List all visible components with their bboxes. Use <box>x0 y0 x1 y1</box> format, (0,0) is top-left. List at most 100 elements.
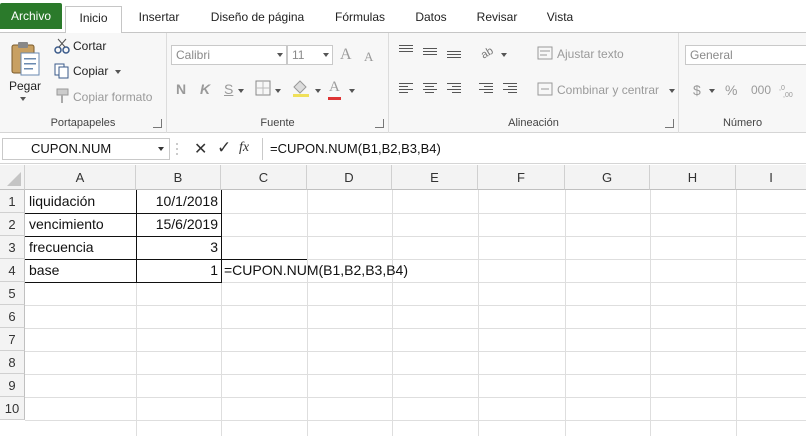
row-header-9[interactable]: 9 <box>0 374 25 397</box>
column-header-f[interactable]: F <box>478 165 565 190</box>
alignment-launcher-icon[interactable] <box>665 119 674 128</box>
clipboard-launcher-icon[interactable] <box>153 119 162 128</box>
italic-button[interactable]: K <box>200 81 210 97</box>
copy-dropdown-icon[interactable] <box>115 70 121 74</box>
row-header-2[interactable]: 2 <box>0 213 25 236</box>
row-header-7[interactable]: 7 <box>0 328 25 351</box>
orientation-dropdown-icon[interactable] <box>501 53 507 57</box>
cell-a4[interactable]: base <box>29 259 59 281</box>
font-name-combo[interactable]: Calibri <box>171 45 287 65</box>
shrink-font-button[interactable]: A <box>364 49 373 65</box>
align-center-icon[interactable] <box>423 83 437 95</box>
percent-button[interactable]: % <box>725 82 737 98</box>
column-header-i[interactable]: I <box>736 165 806 190</box>
table-border <box>25 282 222 283</box>
row-header-3[interactable]: 3 <box>0 236 25 259</box>
align-top-icon[interactable] <box>399 45 413 54</box>
increase-indent-icon[interactable] <box>503 83 517 95</box>
tab-diseno-de-pagina[interactable]: Diseño de página <box>200 6 315 33</box>
fill-color-icon[interactable] <box>291 79 311 100</box>
tab-inicio[interactable]: Inicio <box>65 6 122 34</box>
tab-datos[interactable]: Datos <box>405 6 457 33</box>
cell-a3[interactable]: frecuencia <box>29 236 94 258</box>
borders-dropdown-icon[interactable] <box>275 89 281 93</box>
borders-icon[interactable] <box>255 80 271 99</box>
paste-label[interactable]: Pegar <box>9 79 41 93</box>
increase-decimal-icon[interactable]: ,0,00 <box>779 82 801 101</box>
wrap-text-icon[interactable] <box>537 45 553 64</box>
cell-c4-active[interactable]: =CUPON.NUM(B1,B2,B3,B4) <box>224 259 408 281</box>
decrease-indent-icon[interactable] <box>479 83 493 95</box>
cell-a1[interactable]: liquidación <box>29 190 95 212</box>
formula-input[interactable]: =CUPON.NUM(B1,B2,B3,B4) <box>262 138 806 160</box>
svg-text:ab: ab <box>479 45 496 59</box>
column-header-e[interactable]: E <box>392 165 478 190</box>
insert-function-button[interactable]: fx <box>239 140 249 156</box>
column-header-c[interactable]: C <box>221 165 307 190</box>
row-header-4[interactable]: 4 <box>0 259 25 282</box>
thousands-button[interactable]: 000 <box>751 83 771 97</box>
name-box-dropdown-icon[interactable] <box>158 147 164 151</box>
cell-b3[interactable]: 3 <box>137 236 221 258</box>
row-header-5[interactable]: 5 <box>0 282 25 305</box>
font-size-dropdown-icon[interactable] <box>323 53 329 57</box>
merge-dropdown-icon[interactable] <box>669 89 675 93</box>
enter-formula-button[interactable]: ✓ <box>217 138 231 158</box>
merge-center-icon[interactable] <box>537 81 553 100</box>
column-header-g[interactable]: G <box>565 165 650 190</box>
column-header-d[interactable]: D <box>307 165 392 190</box>
tab-formulas[interactable]: Fórmulas <box>327 6 393 33</box>
align-middle-icon[interactable] <box>423 48 437 57</box>
cancel-formula-button[interactable]: ✕ <box>194 139 207 159</box>
cell-b4[interactable]: 1 <box>137 259 221 281</box>
tab-revisar[interactable]: Revisar <box>468 6 526 33</box>
align-left-icon[interactable] <box>399 83 413 95</box>
align-right-icon[interactable] <box>447 83 461 95</box>
clipboard-group-label: Portapapeles <box>50 117 116 129</box>
grow-font-button[interactable]: A <box>340 46 352 64</box>
tab-vista[interactable]: Vista <box>537 6 583 33</box>
font-color-button[interactable]: A <box>329 79 340 96</box>
tab-insertar[interactable]: Insertar <box>128 6 190 33</box>
format-painter-button[interactable]: Copiar formato <box>73 90 152 104</box>
fill-color-dropdown-icon[interactable] <box>315 89 321 93</box>
gridline <box>25 397 806 398</box>
font-name-dropdown-icon[interactable] <box>277 53 283 57</box>
wrap-text-button[interactable]: Ajustar texto <box>557 47 624 61</box>
bold-button[interactable]: N <box>176 81 186 97</box>
font-launcher-icon[interactable] <box>375 119 384 128</box>
row-header-10[interactable]: 10 <box>0 397 25 420</box>
underline-dropdown-icon[interactable] <box>238 89 244 93</box>
scissors-icon[interactable] <box>54 38 70 57</box>
cell-b1[interactable]: 10/1/2018 <box>137 190 221 212</box>
copy-icon[interactable] <box>54 63 70 82</box>
row-header-6[interactable]: 6 <box>0 305 25 328</box>
currency-button[interactable]: $ <box>693 82 701 98</box>
tab-archivo[interactable]: Archivo <box>0 3 62 29</box>
column-header-b[interactable]: B <box>136 165 221 190</box>
underline-button[interactable]: S <box>224 81 233 97</box>
row-header-8[interactable]: 8 <box>0 351 25 374</box>
paste-button[interactable] <box>8 39 42 82</box>
row-header-1[interactable]: 1 <box>0 190 25 213</box>
column-header-a[interactable]: A <box>25 165 136 190</box>
formula-bar: CUPON.NUM ✕ ✓ fx =CUPON.NUM(B1,B2,B3,B4) <box>0 134 806 164</box>
number-format-combo[interactable]: General <box>685 45 806 65</box>
cell-b2[interactable]: 15/6/2019 <box>137 213 221 235</box>
gridline <box>478 190 479 436</box>
gridline <box>650 190 651 436</box>
formula-bar-grip-icon <box>176 143 178 155</box>
cell-a2[interactable]: vencimiento <box>29 213 104 235</box>
currency-dropdown-icon[interactable] <box>709 89 715 93</box>
cut-button[interactable]: Cortar <box>73 39 106 53</box>
copy-button[interactable]: Copiar <box>73 64 108 78</box>
select-all-corner[interactable] <box>0 165 25 190</box>
merge-center-button[interactable]: Combinar y centrar <box>557 83 659 97</box>
name-box[interactable]: CUPON.NUM <box>2 138 170 160</box>
orientation-icon[interactable]: ab <box>479 43 499 62</box>
paste-dropdown-icon[interactable] <box>20 97 26 101</box>
font-color-dropdown-icon[interactable] <box>349 89 355 93</box>
format-painter-icon[interactable] <box>54 88 70 107</box>
align-bottom-icon[interactable] <box>447 51 461 60</box>
column-header-h[interactable]: H <box>650 165 736 190</box>
